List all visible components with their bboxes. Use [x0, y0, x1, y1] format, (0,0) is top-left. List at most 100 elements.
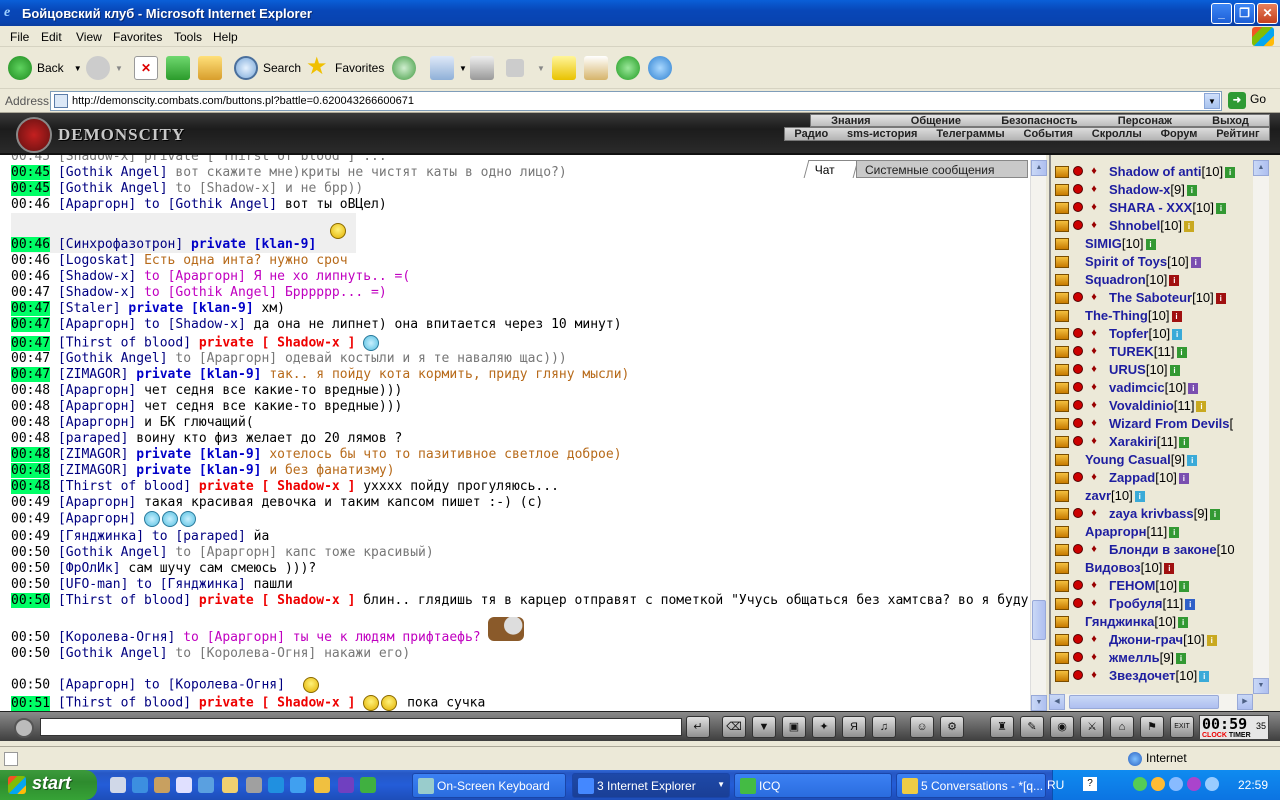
- map-button[interactable]: ◉: [1050, 716, 1074, 738]
- private-message-icon[interactable]: [1055, 382, 1069, 394]
- users-scrollbar[interactable]: ▲ ▼: [1253, 160, 1269, 694]
- clan-icon[interactable]: [1073, 634, 1083, 644]
- menu-help[interactable]: Help: [213, 30, 238, 44]
- private-message-icon[interactable]: [1055, 238, 1069, 250]
- user-info-icon[interactable]: i: [1179, 437, 1190, 449]
- home-button[interactable]: [198, 54, 227, 82]
- chat-timestamp[interactable]: 00:51: [11, 695, 51, 711]
- chat-target[interactable]: [ Shadow-x ]: [261, 479, 355, 494]
- task-icq[interactable]: ICQ: [734, 773, 892, 798]
- flag-button[interactable]: ⚑: [1140, 716, 1164, 738]
- user-info-icon[interactable]: i: [1187, 455, 1198, 467]
- tray-app-icon[interactable]: [1169, 777, 1183, 791]
- chat-timestamp[interactable]: 00:45: [11, 181, 51, 196]
- private-message-icon[interactable]: [1055, 544, 1069, 556]
- user-name[interactable]: Джони-грач[10] i: [1109, 632, 1217, 647]
- clan-icon[interactable]: [1073, 166, 1083, 176]
- user-name[interactable]: Гробуля[11] i: [1109, 596, 1196, 611]
- user-list-item[interactable]: ♦ zaya krivbass[9] i: [1051, 505, 1269, 523]
- task-internet-explorer[interactable]: 3 Internet Explorer ▼: [572, 773, 730, 798]
- chat-nick[interactable]: [Logoskat]: [58, 253, 136, 268]
- user-name[interactable]: Гянджинка[10] i: [1085, 614, 1189, 629]
- user-name[interactable]: URUS[10] i: [1109, 362, 1180, 377]
- chat-target[interactable]: [Араргорн]: [207, 630, 285, 645]
- private-message-icon[interactable]: [1055, 274, 1069, 286]
- user-info-icon[interactable]: i: [1199, 671, 1210, 683]
- chat-timestamp[interactable]: 00:48: [11, 415, 50, 430]
- chat-target[interactable]: [Shadow-x]: [168, 317, 246, 332]
- chat-target[interactable]: [klan-9]: [199, 447, 262, 462]
- chat-timestamp[interactable]: 00:47: [11, 285, 50, 300]
- chat-nick[interactable]: [Синхрофазотрон]: [58, 237, 183, 252]
- private-message-icon[interactable]: [1055, 580, 1069, 592]
- user-name[interactable]: жмелль[9] i: [1109, 650, 1187, 665]
- private-message-icon[interactable]: [1055, 634, 1069, 646]
- menu-file[interactable]: File: [10, 30, 29, 44]
- clan-icon[interactable]: [1073, 382, 1083, 392]
- quicklaunch-ie2-icon[interactable]: [290, 777, 306, 793]
- user-list-item[interactable]: ♦ TUREK[11] i: [1051, 343, 1269, 361]
- chat-target[interactable]: [Араргорн]: [168, 269, 246, 284]
- chat-nick[interactable]: [Thirst of blood]: [58, 593, 191, 608]
- users-scroll-down-button[interactable]: ▼: [1253, 678, 1269, 694]
- users-hscroll-thumb[interactable]: [1069, 695, 1219, 709]
- chat-nick[interactable]: [Королева-Огня]: [58, 630, 175, 645]
- private-message-icon[interactable]: [1055, 670, 1069, 682]
- chat-timestamp[interactable]: 00:50: [11, 593, 51, 608]
- private-message-icon[interactable]: [1055, 328, 1069, 340]
- quicklaunch-66-icon[interactable]: [154, 777, 170, 793]
- smiles-button[interactable]: ☺: [910, 716, 934, 738]
- clear-button[interactable]: ⌫: [722, 716, 746, 738]
- private-message-icon[interactable]: [1055, 562, 1069, 574]
- user-name[interactable]: Shnobel[10] i: [1109, 218, 1194, 233]
- quicklaunch-network-icon[interactable]: [176, 777, 192, 793]
- private-message-icon[interactable]: [1055, 346, 1069, 358]
- tray-app-icon[interactable]: [1151, 777, 1165, 791]
- game-subnav-item[interactable]: sms-история: [847, 128, 917, 140]
- clan-icon[interactable]: [1073, 472, 1083, 482]
- user-list-item[interactable]: ♦ Звездочет[10] i: [1051, 667, 1269, 685]
- user-list-item[interactable]: ♦ SHARA - XXX[10] i: [1051, 199, 1269, 217]
- chat-target[interactable]: [ Shadow-x ]: [261, 336, 355, 351]
- chat-timestamp[interactable]: 00:49: [11, 529, 50, 544]
- close-button[interactable]: ✕: [1257, 3, 1278, 24]
- user-name[interactable]: ГЕНОМ[10] i: [1109, 578, 1190, 593]
- private-message-icon[interactable]: [1055, 598, 1069, 610]
- users-scroll-up-button[interactable]: ▲: [1253, 160, 1269, 176]
- chat-target[interactable]: [Королева-Огня]: [168, 678, 285, 693]
- user-info-icon[interactable]: i: [1216, 203, 1226, 215]
- stop-button[interactable]: ✕: [134, 54, 163, 82]
- game-nav-item[interactable]: Безопасность: [1001, 115, 1077, 127]
- research-button[interactable]: [584, 54, 613, 82]
- chat-timestamp[interactable]: 00:46: [11, 253, 50, 268]
- send-button[interactable]: ↵: [686, 716, 710, 738]
- tab-chat[interactable]: Чат: [803, 160, 859, 178]
- users-scroll-left-button[interactable]: ◀: [1049, 694, 1065, 710]
- language-indicator[interactable]: RU: [1047, 778, 1064, 792]
- private-message-icon[interactable]: [1055, 220, 1069, 232]
- chat-nick[interactable]: [Gothik Angel]: [58, 165, 168, 180]
- private-message-icon[interactable]: [1055, 184, 1069, 196]
- user-name[interactable]: Zappad[10] i: [1109, 470, 1189, 485]
- game-nav-item[interactable]: Знания: [831, 115, 870, 127]
- chat-timestamp[interactable]: 00:50: [11, 561, 50, 576]
- chat-nick[interactable]: [Thirst of blood]: [58, 479, 191, 494]
- user-name[interactable]: Vovaldinio[11] i: [1109, 398, 1207, 413]
- quicklaunch-folder-icon[interactable]: [222, 777, 238, 793]
- user-info-icon[interactable]: i: [1145, 239, 1156, 251]
- chat-target[interactable]: [Gothik Angel]: [168, 197, 278, 212]
- user-info-icon[interactable]: i: [1169, 275, 1180, 287]
- chat-nick[interactable]: [Gothik Angel]: [58, 351, 168, 366]
- clan-icon[interactable]: [1073, 598, 1083, 608]
- clan-icon[interactable]: [1073, 544, 1083, 554]
- clan-icon[interactable]: [1073, 418, 1083, 428]
- chat-timestamp[interactable]: 00:46: [11, 197, 50, 212]
- scroll-thumb[interactable]: [1032, 600, 1046, 640]
- save-button[interactable]: ▣: [782, 716, 806, 738]
- fighter-button[interactable]: ✦: [812, 716, 836, 738]
- user-name[interactable]: Shadow-x[9] i: [1109, 182, 1197, 197]
- chat-nick[interactable]: [Thirst of blood]: [58, 336, 191, 351]
- user-info-icon[interactable]: i: [1185, 599, 1196, 611]
- user-name[interactable]: Topfer[10] i: [1109, 326, 1183, 341]
- chat-timestamp[interactable]: 00:48: [11, 383, 50, 398]
